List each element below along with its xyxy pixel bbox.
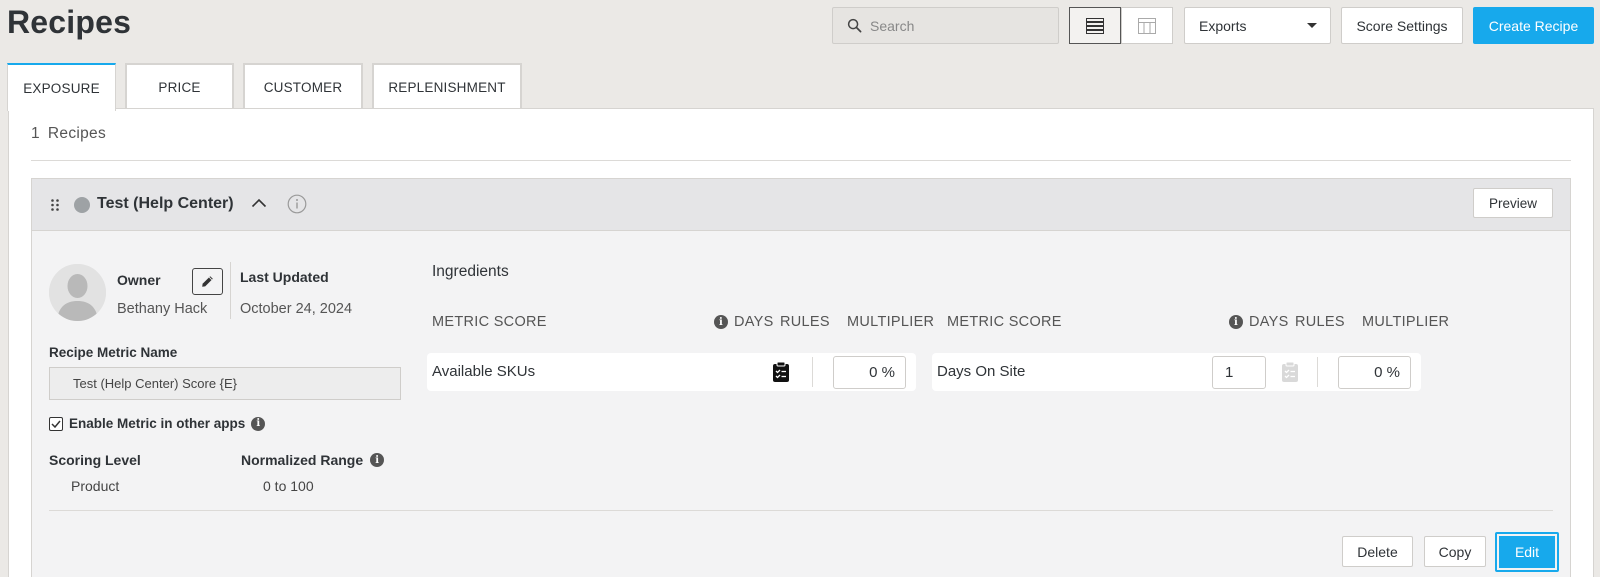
- multiplier-input[interactable]: 0 %: [1338, 356, 1411, 389]
- metric-name-field[interactable]: [49, 367, 401, 400]
- row-separator: [1317, 357, 1318, 387]
- user-avatar-icon: [49, 264, 106, 321]
- info-icon[interactable]: i: [251, 416, 266, 431]
- row-separator: [812, 357, 813, 387]
- normalized-range-value: 0 to 100: [263, 478, 314, 494]
- enable-metric-checkbox[interactable]: [49, 416, 63, 431]
- info-icon[interactable]: i: [714, 315, 728, 329]
- recipes-count-label: Recipes: [47, 125, 107, 142]
- chevron-up-icon[interactable]: [251, 198, 267, 208]
- search-icon: [847, 18, 862, 33]
- scoring-level-value: Product: [71, 478, 120, 494]
- last-updated-value: October 24, 2024: [240, 301, 353, 317]
- ingredient-name: Available SKUs: [432, 363, 536, 380]
- recipe-type-tabs: EXPOSURE PRICE CUSTOMER REPLENISHMENT: [7, 63, 531, 111]
- last-updated-label: Last Updated: [240, 269, 329, 285]
- recipe-card-header: Test (Help Center) Preview: [32, 179, 1570, 231]
- recipe-name: Test (Help Center): [97, 195, 234, 212]
- ingredient-row: Available SKUs 0 %: [427, 353, 916, 391]
- drag-handle-icon[interactable]: [51, 199, 59, 211]
- normalized-range-label: Normalized Range: [241, 452, 364, 468]
- copy-button[interactable]: Copy: [1424, 536, 1486, 567]
- enable-metric-label: Enable Metric in other apps: [69, 416, 246, 431]
- col-multiplier: MULTIPLIER: [1362, 314, 1450, 330]
- checkmark-icon: [51, 420, 61, 428]
- preview-button[interactable]: Preview: [1473, 188, 1553, 218]
- col-metric-score: METRIC SCORE: [947, 314, 1062, 330]
- list-view-button[interactable]: [1069, 7, 1121, 44]
- ingredient-name: Days On Site: [937, 363, 1026, 380]
- create-recipe-button[interactable]: Create Recipe: [1473, 7, 1594, 44]
- search-box[interactable]: [832, 7, 1059, 44]
- clipboard-rules-icon[interactable]: [1281, 361, 1299, 383]
- recipes-count-number: 1: [31, 125, 40, 142]
- edit-owner-button[interactable]: [192, 268, 223, 295]
- edit-button-label: Edit: [1499, 536, 1555, 568]
- status-dot: [74, 197, 90, 213]
- ingredient-row: Days On Site 1 0 %: [932, 353, 1421, 391]
- col-rules: RULES: [1295, 314, 1345, 330]
- clipboard-rules-icon[interactable]: [772, 361, 790, 383]
- recipes-count: 1 Recipes: [31, 125, 106, 143]
- avatar: [49, 264, 106, 321]
- info-icon[interactable]: i: [1229, 315, 1243, 329]
- edit-button[interactable]: Edit: [1495, 532, 1559, 572]
- view-toggle: [1069, 7, 1173, 44]
- enable-metric-row: Enable Metric in other apps i: [49, 416, 266, 431]
- col-days-label: DAYS: [1249, 314, 1289, 330]
- table-view-button[interactable]: [1121, 7, 1173, 44]
- score-settings-button[interactable]: Score Settings: [1341, 7, 1463, 44]
- owner-divider: [230, 262, 231, 319]
- col-rules: RULES: [780, 314, 830, 330]
- pencil-icon: [202, 276, 213, 287]
- search-input[interactable]: [870, 17, 1050, 34]
- metric-name-label: Recipe Metric Name: [49, 345, 178, 360]
- list-view-icon: [1086, 17, 1104, 34]
- delete-button[interactable]: Delete: [1342, 536, 1413, 567]
- footer-divider: [49, 510, 1553, 511]
- col-metric-score: METRIC SCORE: [432, 314, 547, 330]
- tab-exposure[interactable]: EXPOSURE: [7, 63, 116, 111]
- owner-name: Bethany Hack: [117, 301, 208, 317]
- multiplier-input[interactable]: 0 %: [833, 356, 906, 389]
- days-input[interactable]: 1: [1212, 356, 1266, 389]
- col-days: i DAYS: [714, 314, 774, 330]
- col-days-label: DAYS: [734, 314, 774, 330]
- exports-dropdown[interactable]: Exports: [1184, 7, 1331, 44]
- exports-label: Exports: [1199, 17, 1247, 34]
- info-outline-icon[interactable]: [287, 194, 307, 214]
- owner-label: Owner: [117, 272, 161, 288]
- chevron-down-icon: [1307, 23, 1317, 28]
- info-icon[interactable]: i: [370, 453, 385, 467]
- tab-replenishment[interactable]: REPLENISHMENT: [372, 63, 522, 109]
- recipe-card: Test (Help Center) Preview Owner Bethany…: [31, 178, 1571, 577]
- table-view-icon: [1138, 17, 1156, 34]
- divider: [31, 160, 1571, 161]
- scoring-level-label: Scoring Level: [49, 452, 141, 468]
- ingredients-title: Ingredients: [432, 263, 509, 280]
- col-days: i DAYS: [1229, 314, 1289, 330]
- col-multiplier: MULTIPLIER: [847, 314, 935, 330]
- normalized-range-heading: Normalized Range i: [241, 452, 385, 468]
- tab-customer[interactable]: CUSTOMER: [243, 63, 363, 109]
- tab-price[interactable]: PRICE: [125, 63, 234, 109]
- page-title: Recipes: [7, 4, 132, 40]
